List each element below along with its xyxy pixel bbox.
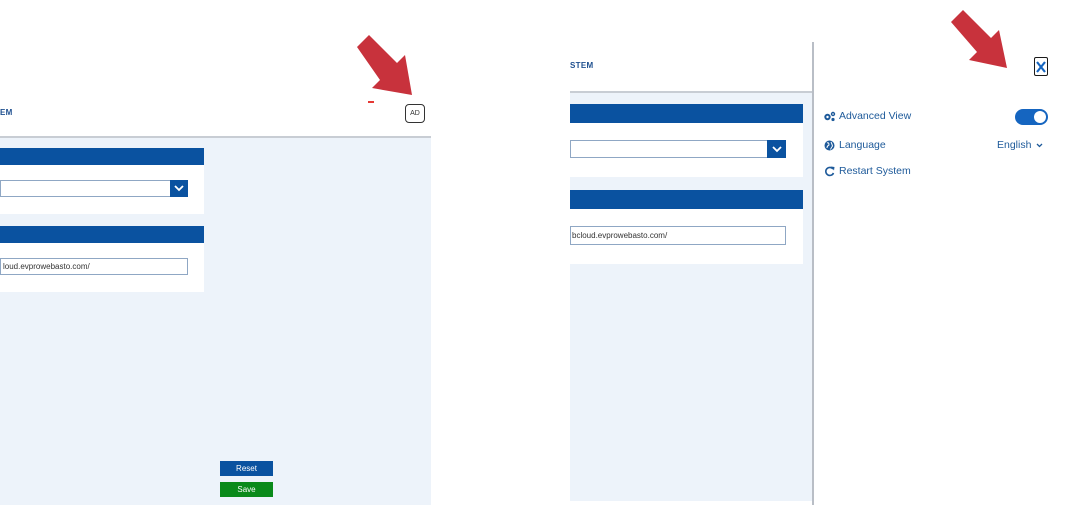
reset-label: Reset [236,464,257,473]
left-screen: EM AD loud.evprowebasto.com/ Reset Save [0,0,431,505]
page-title: STEM [570,61,594,70]
restart-system-label: Restart System [839,165,911,177]
avatar-button[interactable]: AD [405,104,425,123]
reset-button[interactable]: Reset [220,461,273,476]
toggle-knob [1034,111,1046,123]
drawer-divider [812,42,814,505]
menu-item-restart-system[interactable]: Restart System [822,165,911,177]
gears-icon [822,111,836,122]
language-value: English [997,139,1032,151]
menu-item-advanced-view[interactable]: Advanced View [822,110,911,122]
annotation-arrow [357,35,412,95]
language-select[interactable]: English [997,139,1043,151]
server-url-value: loud.evprowebasto.com/ [3,262,90,271]
advanced-view-label: Advanced View [839,110,912,122]
page-title: EM [0,108,13,117]
menu-item-language[interactable]: Language [822,139,886,151]
restart-icon [822,166,836,177]
advanced-view-toggle[interactable] [1015,109,1048,125]
select-dropdown[interactable] [0,180,188,197]
annotation-arrow [951,10,1007,68]
server-url-input[interactable]: loud.evprowebasto.com/ [0,258,188,275]
save-button[interactable]: Save [220,482,273,497]
red-marker [368,101,374,103]
close-icon[interactable] [1034,57,1048,76]
avatar-initials: AD [410,110,420,117]
server-url-input[interactable]: bcloud.evprowebasto.com/ [570,226,786,245]
chevron-down-icon[interactable] [767,140,786,158]
card-header-bar [0,148,204,165]
card-header-bar [0,226,204,243]
select-dropdown[interactable] [570,140,786,158]
chevron-down-icon[interactable] [170,180,188,197]
card-header-bar [570,190,803,209]
card-header-bar [570,104,803,123]
language-label: Language [839,139,886,151]
server-url-value: bcloud.evprowebasto.com/ [572,231,668,240]
chevron-down-icon [1036,139,1043,151]
save-label: Save [237,485,256,494]
globe-icon [822,140,836,151]
